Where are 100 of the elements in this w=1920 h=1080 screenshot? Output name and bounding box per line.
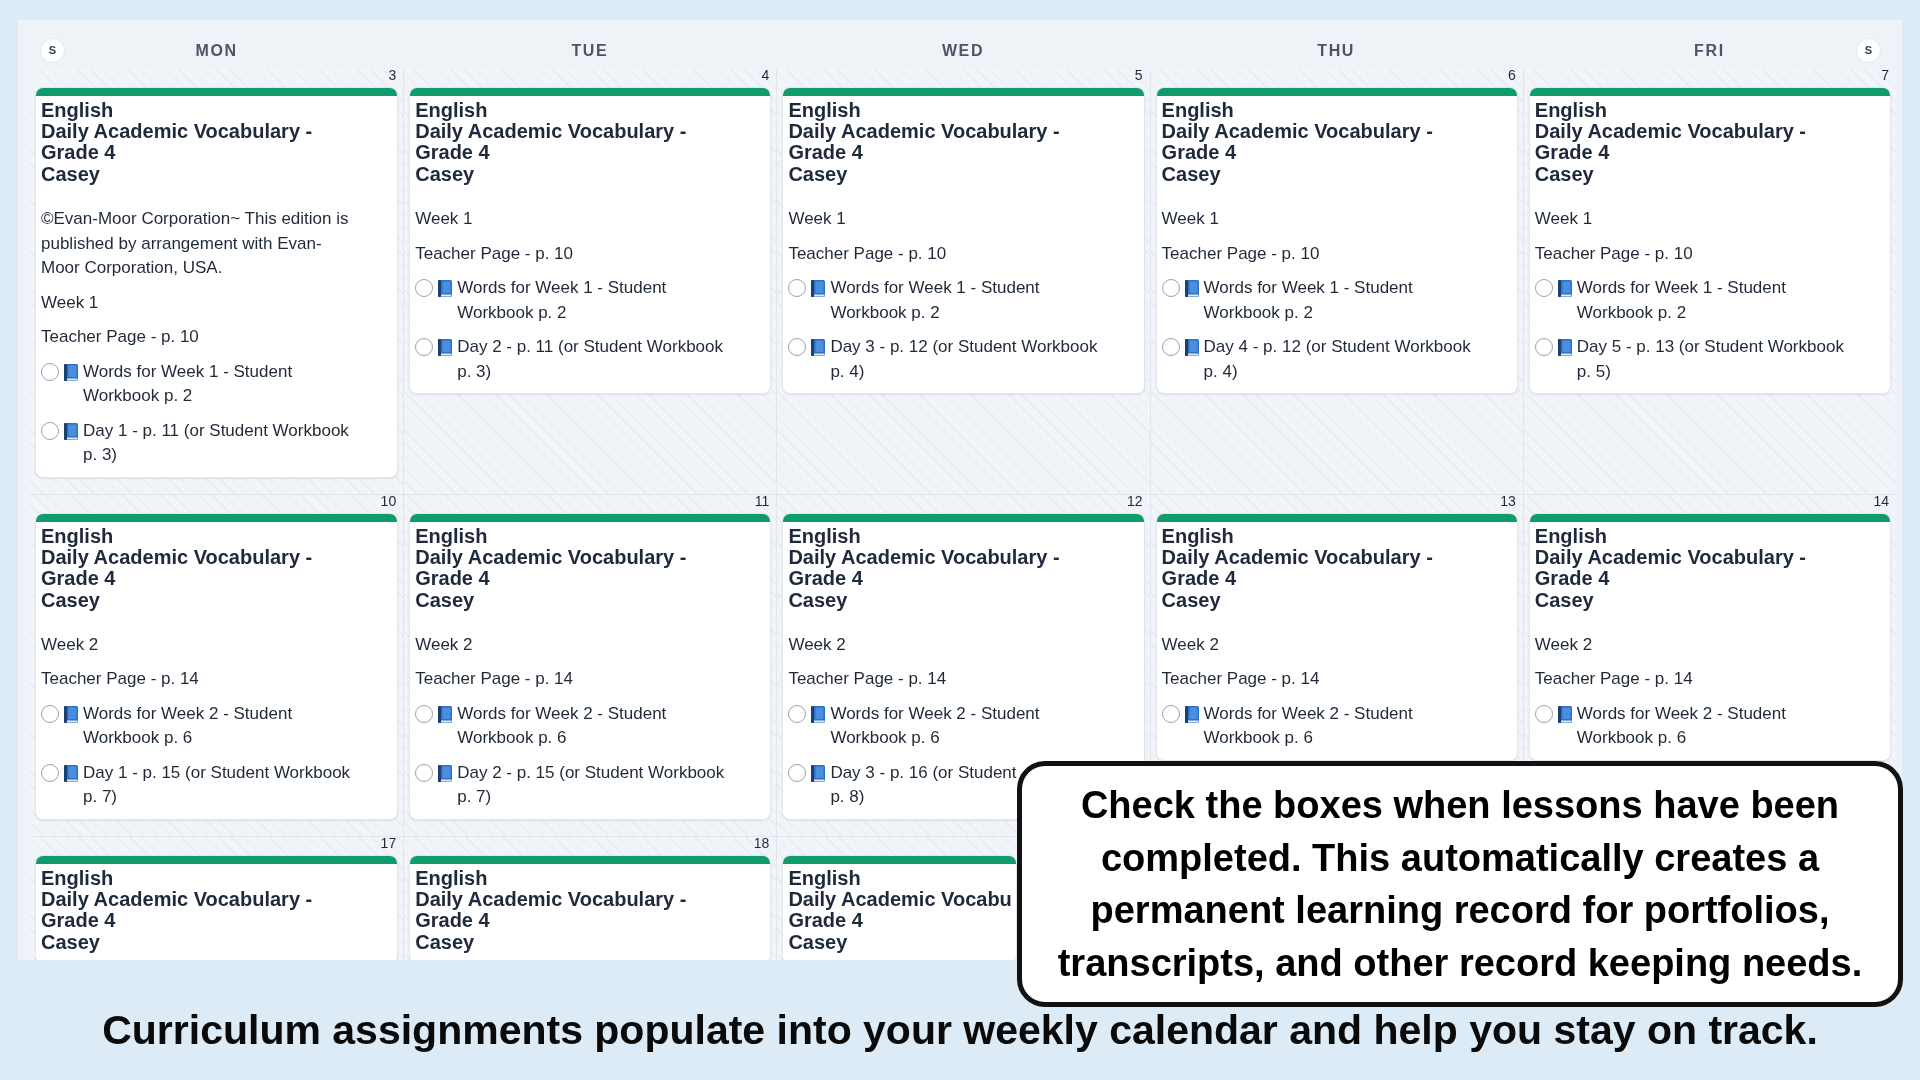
subject-label: English <box>415 100 488 121</box>
task-text: Day 5 - p. 13 (or Student Workbook p. 5) <box>1576 336 1845 383</box>
event-card[interactable]: English Daily Academic Vocabulary - Grade 4 Casey Week 2 Teacher Page - p. 14 Words for Week 2 - Student Workbook p. 6 Day 2 - p. 15 (or Student Workbook p. 7) <box>409 512 772 820</box>
task-text: Day 2 - p. 11 (or Student Workbook p. 3) <box>457 336 725 383</box>
detail-text: Teacher Page - p. 10 <box>788 242 947 265</box>
task-checkbox[interactable] <box>41 421 59 440</box>
detail-text: Teacher Page - p. 10 <box>41 326 199 348</box>
event-card[interactable]: English Daily Academic Vocabulary - Grade 4 Casey <box>409 854 772 960</box>
book-icon <box>1557 280 1572 297</box>
course-title: Daily Academic Vocabulary - Grade 4 <box>1534 546 1808 589</box>
student-name: Casey <box>41 930 100 954</box>
student-name: Casey <box>41 588 100 612</box>
detail-text: Week 2 <box>1161 633 1219 656</box>
task-text: Words for Week 1 - Student Workbook p. 2 <box>1576 277 1787 324</box>
task-text: Words for Week 2 - Student Workbook p. 6 <box>830 702 1041 749</box>
subject-label: English <box>1161 100 1234 121</box>
task-checkbox[interactable] <box>788 279 807 297</box>
detail-text: Week 1 <box>41 291 99 314</box>
book-icon <box>438 705 453 723</box>
detail-text: Teacher Page - p. 10 <box>1161 242 1320 265</box>
task-checkbox[interactable] <box>415 763 434 782</box>
detail-text: Week 2 <box>415 633 473 656</box>
task-checkbox[interactable] <box>41 763 59 782</box>
detail-text: Week 1 <box>788 208 846 230</box>
book-icon <box>438 764 453 782</box>
event-card[interactable]: English Daily Academic Vocabulary - Grade 4 Casey Week 2 Teacher Page - p. 14 Words for Week 2 - Student Workbook p. 6 <box>1155 512 1518 761</box>
task-checkbox[interactable] <box>1161 338 1180 356</box>
event-card[interactable]: English Daily Academic Vocabulary - Grade 4 Casey Week 1 Teacher Page - p. 10 Words for Week 1 - Student Workbook p. 2 Day 3 - p. 12 (or Student Workbook p. 4) <box>782 87 1145 394</box>
task-text: Words for Week 1 - Student Workbook p. 2 <box>457 277 668 324</box>
weekend-toggle[interactable]: S <box>1856 38 1881 63</box>
subject-label: English <box>415 525 488 547</box>
task-checkbox[interactable] <box>415 704 434 723</box>
task-text: Day 1 - p. 11 (or Student Workbook p. 3) <box>83 419 350 466</box>
task-checkbox[interactable] <box>41 362 59 381</box>
detail-text: Teacher Page - p. 14 <box>1534 668 1693 690</box>
student-name: Casey <box>788 163 848 186</box>
book-icon <box>1184 339 1199 356</box>
event-card[interactable]: English Daily Academic Vocabulary - Grade 4 Casey Week 1 Teacher Page - p. 10 Words for Week 1 - Student Workbook p. 2 Day 5 - p. 13 (or Student Workbook p. 5) <box>1528 87 1891 394</box>
subject-label: English <box>415 867 488 889</box>
date-number: 14 <box>1873 494 1890 508</box>
event-card[interactable]: English Daily Academic Vocabulary - Grade 4 Casey Week 2 Teacher Page - p. 14 Words for Week 2 - Student Workbook p. 6 Day 1 - p. 15 (or Student Workbook p. 7) <box>35 512 399 820</box>
event-card[interactable]: English Daily Academic Vocabu Grade 4 Casey <box>782 854 1018 960</box>
task-checkbox[interactable] <box>788 704 807 723</box>
task-text: Day 1 - p. 15 (or Student Workbook p. 7) <box>83 761 352 808</box>
student-name: Casey <box>1161 588 1221 612</box>
date-number: 12 <box>1127 494 1144 508</box>
weekend-toggle[interactable]: S <box>40 38 65 63</box>
course-title: Daily Academic Vocabulary - Grade 4 <box>41 546 314 589</box>
weekday-label: FRI <box>1694 40 1725 61</box>
task-checkbox[interactable] <box>1161 704 1180 723</box>
weekday-label: WED <box>941 40 985 61</box>
caption-text: Curriculum assignments populate into your weekly calendar and help you stay on track. <box>101 1006 1819 1055</box>
event-card[interactable]: English Daily Academic Vocabulary - Grade 4 Casey Week 1 Teacher Page - p. 10 Words for Week 1 - Student Workbook p. 2 Day 4 - p. 12 (or Student Workbook p. 4) <box>1155 87 1518 394</box>
detail-text: Week 2 <box>788 633 846 656</box>
detail-text: Teacher Page - p. 14 <box>1161 668 1320 690</box>
course-title: Daily Academic Vocabulary - Grade 4 <box>415 888 688 931</box>
task-text: Words for Week 2 - Student Workbook p. 6 <box>1203 702 1414 749</box>
task-checkbox[interactable] <box>1534 704 1553 723</box>
student-name: Casey <box>1161 163 1221 186</box>
book-icon <box>438 280 453 297</box>
subject-label: English <box>1161 525 1234 547</box>
event-card[interactable]: English Daily Academic Vocabulary - Grade 4 Casey Week 1 Teacher Page - p. 10 Words for Week 1 - Student Workbook p. 2 Day 2 - p. 11 (or Student Workbook p. 3) <box>409 87 772 394</box>
book-icon <box>64 705 78 723</box>
task-text: Words for Week 2 - Student Workbook p. 6 <box>457 702 668 749</box>
task-checkbox[interactable] <box>415 279 434 297</box>
task-checkbox[interactable] <box>1161 279 1180 297</box>
task-checkbox[interactable] <box>788 338 807 356</box>
book-icon <box>811 280 826 297</box>
book-icon <box>811 705 826 723</box>
task-text: Words for Week 1 - Student Workbook p. 2 <box>830 277 1041 324</box>
event-card[interactable]: English Daily Academic Vocabulary - Grade 4 Casey Week 2 Teacher Page - p. 14 Words for Week 2 - Student Workbook p. 6 <box>1528 512 1891 761</box>
weekday-label: TUE <box>571 40 609 61</box>
course-title: Daily Academic Vocabulary - Grade 4 <box>415 546 688 589</box>
task-checkbox[interactable] <box>788 763 807 782</box>
subject-label: English <box>1534 525 1608 547</box>
date-number: 11 <box>754 494 771 508</box>
task-checkbox[interactable] <box>1534 279 1553 297</box>
subject-label: English <box>1534 100 1608 121</box>
book-icon <box>438 339 453 356</box>
task-text: Words for Week 1 - Student Workbook p. 2 <box>83 360 294 407</box>
detail-text: ©Evan-Moor Corporation~ This edition is published by arrangement with Evan-Moor Corporation, USA. <box>41 208 350 279</box>
detail-text: Teacher Page - p. 14 <box>415 668 573 690</box>
book-icon <box>1184 280 1199 297</box>
subject-label: English <box>41 100 114 121</box>
book-icon <box>811 764 826 782</box>
task-checkbox[interactable] <box>1534 338 1553 356</box>
task-checkbox[interactable] <box>415 338 434 356</box>
course-title: Daily Academic Vocabulary - Grade 4 <box>41 888 314 931</box>
date-number: 17 <box>380 836 398 850</box>
detail-text: Week 1 <box>1534 208 1593 230</box>
detail-text: Week 1 <box>1161 208 1219 230</box>
task-checkbox[interactable] <box>41 704 59 723</box>
event-card[interactable] <box>35 87 399 478</box>
student-name: Casey <box>415 163 475 186</box>
event-card[interactable]: English Daily Academic Vocabulary - Grade 4 Casey <box>35 854 399 960</box>
weekday-label: THU <box>1317 40 1356 61</box>
course-title: Daily Academic Vocabulary - Grade 4 <box>788 121 1061 163</box>
task-text: Words for Week 2 - Student Workbook p. 6 <box>1576 702 1787 749</box>
subject-label: English <box>788 525 861 547</box>
task-text: Day 4 - p. 12 (or Student Workbook p. 4) <box>1203 336 1472 383</box>
